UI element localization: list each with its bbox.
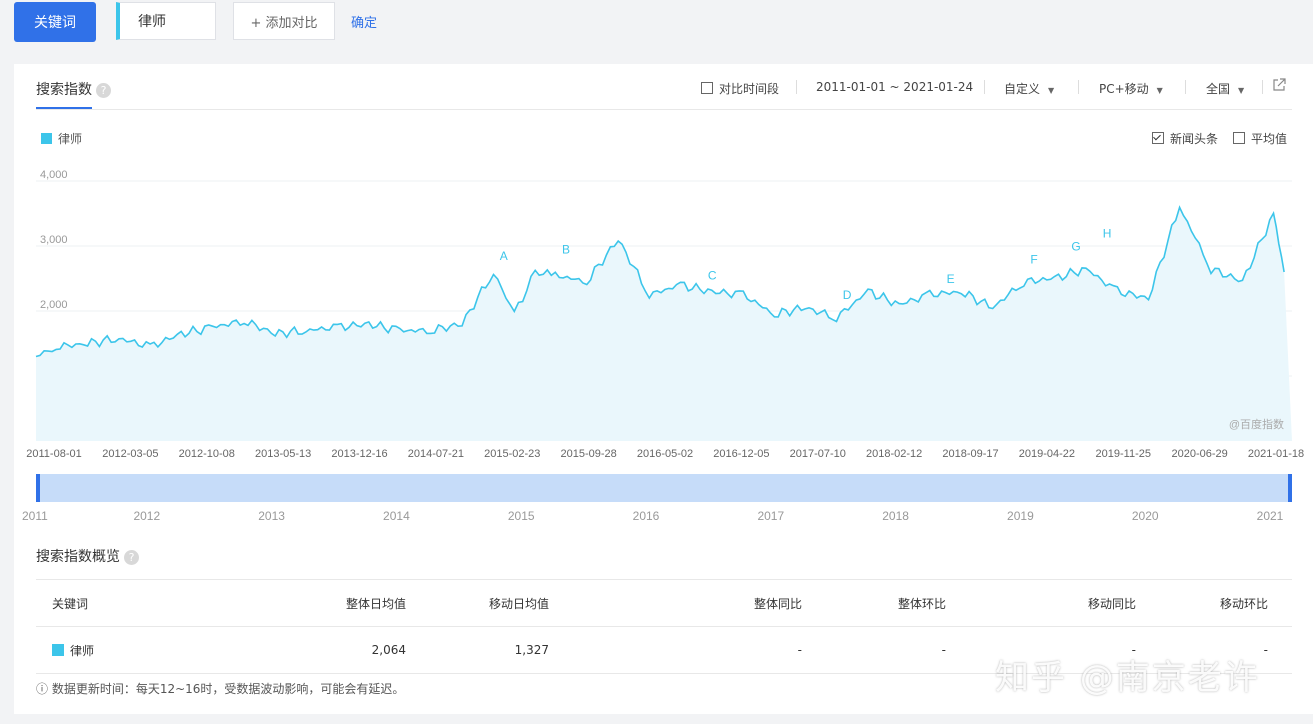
range-handle-left[interactable]	[36, 474, 40, 502]
watermark: 知乎 @南京老许	[995, 658, 1260, 698]
x-tick-label: 2011-08-01	[26, 448, 81, 460]
annotation-label[interactable]: E	[947, 272, 955, 286]
table-header-row: 关键词 整体日均值 移动日均值 整体同比 整体环比 移动同比 移动环比	[36, 579, 1292, 627]
keyword-cell: 律师	[36, 626, 203, 674]
x-tick-label: 2019-04-22	[1019, 448, 1075, 460]
brush-year-label: 2012	[133, 509, 160, 523]
keyword-button[interactable]: 关键词	[14, 2, 96, 42]
col-header: 移动日均值	[407, 579, 550, 627]
annotation-label[interactable]: B	[562, 243, 570, 257]
col-header: 关键词	[36, 579, 203, 627]
search-index-panel: 搜索指数? 对比时间段 2011-01-01 ~ 2021-01-24 自定义 ▼…	[14, 64, 1313, 714]
x-tick-label: 2015-02-23	[484, 448, 540, 460]
x-tick-label: 2018-02-12	[866, 448, 922, 460]
col-header: 整体日均值	[203, 579, 407, 627]
x-tick-label: 2015-09-28	[560, 448, 616, 460]
brush-year-label: 2016	[633, 509, 660, 523]
brush-year-label: 2018	[882, 509, 909, 523]
brush-year-label: 2013	[258, 509, 285, 523]
x-tick-label: 2014-07-21	[408, 448, 464, 460]
overall-yoy-cell: -	[550, 626, 803, 674]
x-tick-label: 2020-06-29	[1171, 448, 1227, 460]
x-tick-label: 2016-05-02	[637, 448, 693, 460]
annotation-label[interactable]: A	[500, 249, 508, 263]
x-tick-label: 2018-09-17	[942, 448, 998, 460]
keyword-input[interactable]: 律师	[116, 2, 216, 40]
brush-year-label: 2017	[757, 509, 784, 523]
brush-year-label: 2020	[1132, 509, 1159, 523]
range-handle-right[interactable]	[1288, 474, 1292, 502]
update-note: ⓘ 数据更新时间：每天12~16时，受数据波动影响，可能会有延迟。	[36, 682, 405, 696]
legend-swatch	[52, 643, 64, 656]
brush-year-label: 2015	[508, 509, 535, 523]
x-tick-label: 2013-05-13	[255, 448, 311, 460]
confirm-link[interactable]: 确定	[351, 12, 377, 31]
overview-title: 搜索指数概览?	[36, 546, 139, 566]
add-compare-button[interactable]: + 添加对比	[233, 2, 335, 40]
annotation-label[interactable]: D	[843, 288, 852, 302]
x-tick-label: 2012-10-08	[179, 448, 235, 460]
brush-year-label: 2021	[1257, 509, 1284, 523]
search-index-chart[interactable]: 4,0003,0002,0001,000ABCDEFGH@百度指数2011-08…	[14, 64, 1313, 534]
col-header: 整体环比	[803, 579, 947, 627]
y-tick-label: 2,000	[40, 299, 68, 311]
chart-watermark: @百度指数	[1229, 417, 1284, 431]
top-toolbar: 关键词 律师 + 添加对比 确定	[0, 0, 1313, 62]
annotation-label[interactable]: H	[1103, 226, 1112, 240]
overall-avg-cell: 2,064	[203, 626, 407, 674]
range-selector[interactable]	[36, 474, 1292, 502]
x-tick-label: 2019-11-25	[1096, 448, 1151, 460]
annotation-label[interactable]: G	[1071, 239, 1080, 253]
question-icon[interactable]: ?	[124, 549, 139, 565]
annotation-label[interactable]: C	[708, 269, 717, 283]
x-tick-label: 2013-12-16	[331, 448, 387, 460]
x-tick-label: 2021-01-18	[1248, 448, 1304, 460]
y-tick-label: 3,000	[40, 234, 68, 246]
x-tick-label: 2016-12-05	[713, 448, 769, 460]
brush-year-label: 2011	[22, 509, 48, 523]
col-header: 整体同比	[550, 579, 803, 627]
mobile-avg-cell: 1,327	[407, 626, 550, 674]
brush-year-label: 2019	[1007, 509, 1034, 523]
x-tick-label: 2017-07-10	[790, 448, 846, 460]
annotation-label[interactable]: F	[1030, 252, 1037, 266]
col-header: 移动同比	[947, 579, 1137, 627]
brush-year-label: 2014	[383, 509, 410, 523]
overall-mom-cell: -	[803, 626, 947, 674]
col-header: 移动环比	[1137, 579, 1292, 627]
y-tick-label: 4,000	[40, 169, 68, 181]
info-icon: ⓘ	[36, 682, 52, 696]
x-tick-label: 2012-03-05	[102, 448, 158, 460]
